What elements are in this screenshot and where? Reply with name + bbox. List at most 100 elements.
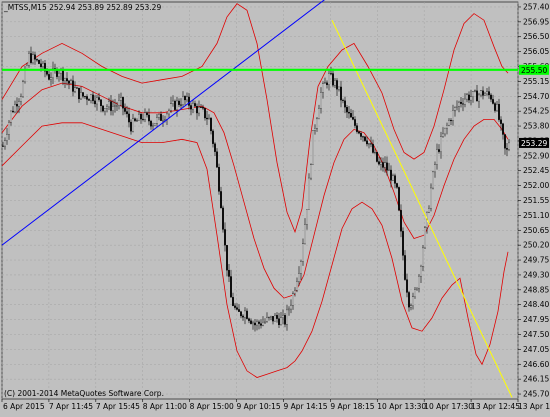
candle-body: [494, 103, 496, 111]
candle-body: [110, 101, 112, 111]
candle-body: [266, 317, 268, 322]
candle-body: [220, 191, 222, 209]
candle-body: [394, 175, 396, 184]
candle-body: [236, 307, 238, 310]
candle-body: [400, 210, 402, 232]
candle-body: [328, 73, 330, 86]
candle-body: [298, 273, 300, 282]
candle-body: [350, 113, 352, 118]
candle-body: [500, 119, 502, 124]
time-tick-label: 9 Apr 18:15: [330, 402, 374, 411]
price-tick-label: 252.00: [523, 181, 549, 190]
candle-body: [364, 136, 366, 141]
time-tick-label: 13 Apr 12:45: [471, 402, 520, 411]
candle-body: [58, 72, 60, 77]
candle-body: [172, 100, 174, 104]
time-tick-label: 7 Apr 11:45: [49, 402, 93, 411]
candle-body: [296, 281, 298, 291]
candle-body: [478, 94, 480, 102]
candle-body: [316, 118, 318, 129]
candle-body: [242, 315, 244, 318]
candle-body: [488, 91, 490, 96]
candle-body: [308, 177, 310, 210]
candle-body: [446, 124, 448, 129]
candle-body: [322, 83, 324, 93]
candle-body: [162, 120, 164, 122]
candle-body: [280, 317, 282, 326]
price-tick-label: 249.30: [523, 270, 549, 279]
candle-body: [374, 152, 376, 153]
candle-body: [334, 80, 336, 86]
candle-body: [186, 96, 188, 101]
candle-body: [376, 152, 378, 162]
candle-body: [98, 97, 100, 100]
candle-body: [228, 270, 230, 277]
time-axis: 6 Apr 2015 7 Apr 11:45 7 Apr 15:45 8 Apr 11…: [1, 399, 550, 411]
candle-body: [418, 275, 420, 289]
candle-body: [46, 71, 48, 75]
price-tick-label: 255.15: [523, 77, 549, 86]
candle-body: [424, 227, 426, 249]
candle-body: [232, 297, 234, 306]
candle-body: [470, 96, 472, 101]
price-tick-label: 256.95: [523, 17, 549, 26]
candle-body: [502, 123, 504, 135]
candle-body: [160, 114, 162, 121]
candle-body: [138, 113, 140, 121]
candle-body: [72, 80, 74, 92]
candle-body: [490, 94, 492, 100]
candle-body: [224, 229, 226, 246]
candle-body: [104, 108, 106, 112]
candle-body: [436, 149, 438, 165]
candle-body: [6, 134, 8, 141]
candle-body: [116, 105, 118, 107]
price-chart[interactable]: 257.40256.95256.50256.05255.60255.15254.…: [0, 0, 550, 413]
candle-body: [260, 323, 262, 326]
candle-body: [254, 322, 256, 326]
candle-body: [468, 94, 470, 101]
candle-body: [212, 130, 214, 144]
candle-body: [40, 63, 42, 68]
candle-body: [452, 110, 454, 121]
candle-body: [382, 162, 384, 168]
candle-body: [80, 92, 82, 100]
candle-body: [306, 209, 308, 225]
candle-body: [174, 100, 176, 110]
candle-body: [144, 112, 146, 120]
candle-body: [94, 100, 96, 105]
candle-body: [136, 120, 138, 122]
candle-body: [422, 247, 424, 267]
candle-body: [146, 112, 148, 116]
candle-body: [274, 315, 276, 322]
candle-body: [258, 321, 260, 324]
candle-body: [182, 96, 184, 106]
chart-window[interactable]: 257.40256.95256.50256.05255.60255.15254.…: [0, 0, 550, 413]
price-tick-label: 254.70: [523, 92, 549, 101]
candle-body: [498, 104, 500, 120]
candle-body: [140, 113, 142, 120]
candle-body: [76, 87, 78, 89]
price-tick-label: 251.10: [523, 211, 549, 220]
copyright-text: (C) 2001-2014 MetaQuotes Software Corp.: [4, 389, 164, 398]
candle-body: [448, 120, 450, 126]
candle-body: [86, 96, 88, 100]
candle-body: [360, 133, 362, 137]
candle-body: [344, 100, 346, 108]
candle-body: [406, 279, 408, 293]
candle-body: [152, 125, 154, 127]
candle-body: [460, 101, 462, 104]
candle-body: [240, 311, 242, 317]
candle-body: [320, 92, 322, 109]
candle-body: [50, 77, 52, 80]
candle-body: [68, 80, 70, 84]
candle-body: [244, 310, 246, 318]
candle-body: [506, 148, 508, 150]
candle-body: [458, 101, 460, 107]
candle-body: [112, 106, 114, 111]
candle-body: [268, 317, 270, 319]
candle-body: [402, 231, 404, 256]
candle-body: [34, 54, 36, 60]
time-tick-label: 9 Apr 10:15: [237, 402, 281, 411]
candle-body: [504, 134, 506, 149]
candle-body: [18, 101, 20, 107]
